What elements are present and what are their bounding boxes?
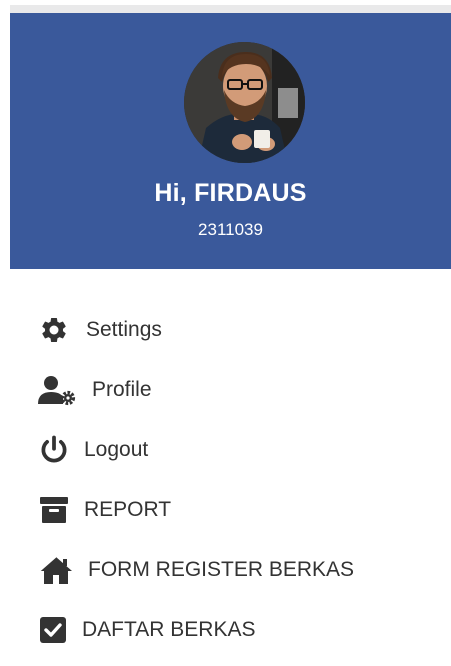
- menu-item-label: REPORT: [84, 498, 172, 521]
- archive-box-icon: [38, 496, 70, 524]
- sidebar-panel: Hi, FIRDAUS 2311039 Settings Profile Log…: [0, 0, 451, 666]
- menu-item-label: DAFTAR BERKAS: [82, 618, 256, 641]
- menu-item-form-register-berkas[interactable]: FORM REGISTER BERKAS: [38, 552, 354, 588]
- user-id: 2311039: [198, 220, 263, 239]
- menu-item-label: Profile: [92, 378, 152, 401]
- home-icon: [38, 555, 74, 585]
- profile-header: Hi, FIRDAUS 2311039: [10, 13, 451, 269]
- top-divider: [10, 5, 451, 13]
- checkbox-icon: [38, 616, 68, 644]
- power-icon: [38, 435, 70, 465]
- menu-item-profile[interactable]: Profile: [38, 372, 152, 408]
- menu-item-label: Logout: [84, 438, 149, 461]
- menu-item-logout[interactable]: Logout: [38, 432, 148, 468]
- menu-item-report[interactable]: REPORT: [38, 492, 171, 528]
- menu-item-label: FORM REGISTER BERKAS: [88, 558, 355, 581]
- user-gear-icon: [38, 374, 78, 406]
- menu-item-settings[interactable]: Settings: [38, 312, 162, 348]
- menu-item-label: Settings: [86, 318, 162, 341]
- gear-icon: [38, 315, 70, 345]
- user-greeting: Hi, FIRDAUS: [154, 179, 307, 207]
- menu-item-daftar-berkas[interactable]: DAFTAR BERKAS: [38, 612, 255, 648]
- avatar[interactable]: [184, 42, 305, 163]
